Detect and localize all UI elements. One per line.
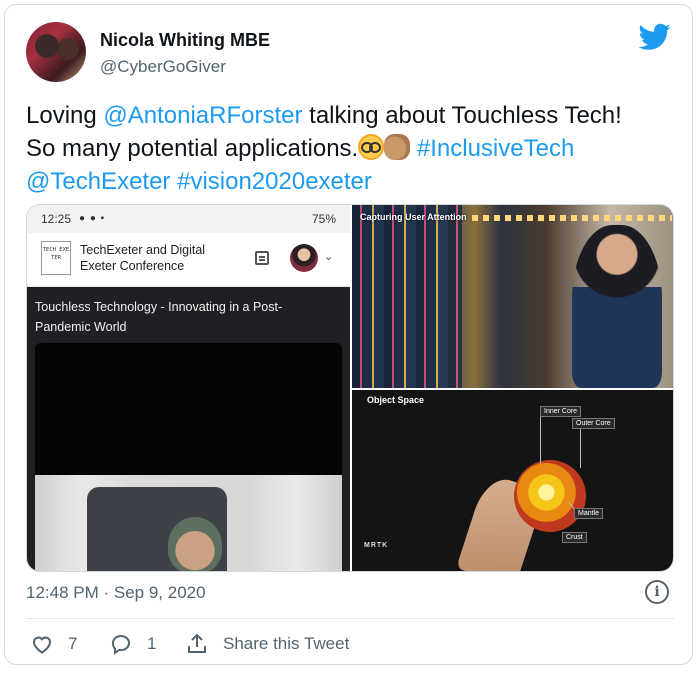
mention-link[interactable]: @TechExeter [26,168,170,195]
info-icon[interactable]: i [645,580,669,604]
label-outer-core: Outer Core [572,418,615,429]
label-crust: Crust [562,532,587,543]
like-count: 7 [68,634,78,653]
label-inner-core: Inner Core [540,406,582,417]
earth-core-model [514,460,586,532]
mrtk-logo: MRTK [364,542,389,549]
conference-title: TechExeter and Digital Exeter Conference [80,242,205,274]
tweet-timestamp[interactable]: 12:48 PM · Sep 9, 2020 [26,583,206,603]
divider [26,618,674,619]
conference-title-line: TechExeter and Digital [80,243,206,257]
tweet-text-part: So many potential applications. [26,135,359,162]
tweet-card: Nicola Whiting MBE @CyberGoGiver Loving … [4,4,693,665]
tweet-text-part: talking about Touchless Tech! [302,102,622,129]
status-time: 12:25 [41,212,72,226]
conference-header: TECH EXE TER TechExeter and Digital Exet… [27,233,350,287]
speaker-video [35,475,342,571]
mention-link[interactable]: @AntoniaRForster [103,102,302,129]
image-caption: Object Space [367,395,425,405]
speaker-head [168,517,222,571]
media-image-touchless-demo[interactable]: Capturing User Attention [352,205,673,388]
author-avatar[interactable] [26,22,86,82]
status-icons: ● ● ▪ [79,213,106,224]
clapping-hands-emoji-icon [384,134,411,160]
label-line [540,412,541,464]
session-panel: Touchless Technology - Innovating in a P… [27,287,350,571]
reply-bubble-icon [111,635,130,655]
city-background [352,205,462,388]
like-button[interactable]: 7 [30,632,77,656]
tweet-text-part: Loving [26,102,104,129]
woman-gesturing [572,225,662,388]
battery-level: 75% [311,212,336,226]
image-caption: Capturing User Attention [360,212,467,222]
media-image-phone-screenshot[interactable]: 12:25 ● ● ▪ 75% TECH EXE TER TechExeter … [27,205,350,571]
tweet-text: Loving @AntoniaRForster talking about To… [26,99,676,198]
twitter-bird-icon[interactable] [639,23,671,51]
phone-status-bar: 12:25 ● ● ▪ 75% [27,205,350,233]
share-button[interactable]: Share this Tweet [185,632,349,656]
hashtag-link[interactable]: #InclusiveTech [417,135,574,162]
conference-title-line: Exeter Conference [80,259,185,273]
label-line [580,428,581,468]
video-player [35,343,342,475]
reply-count: 1 [147,634,157,653]
chevron-down-icon: ⌄ [324,251,334,263]
session-title: Touchless Technology - Innovating in a P… [35,300,283,334]
reply-button[interactable]: 1 [109,632,156,656]
share-label: Share this Tweet [223,634,350,653]
techexeter-logo: TECH EXE TER [41,241,71,275]
share-icon [188,633,206,653]
media-grid: 12:25 ● ● ▪ 75% TECH EXE TER TechExeter … [26,204,674,572]
media-image-object-space[interactable]: Object Space Inner Core Outer Core Mantl… [352,390,673,571]
nerd-face-emoji-icon [358,134,385,160]
user-avatar [290,244,318,272]
author-handle[interactable]: @CyberGoGiver [100,57,226,77]
author-name[interactable]: Nicola Whiting MBE [100,30,270,51]
hashtag-link[interactable]: #vision2020exeter [177,168,372,195]
heart-icon [32,636,52,654]
label-mantle: Mantle [574,508,604,519]
calendar-icon [255,251,269,265]
bokeh-lights [472,215,672,221]
